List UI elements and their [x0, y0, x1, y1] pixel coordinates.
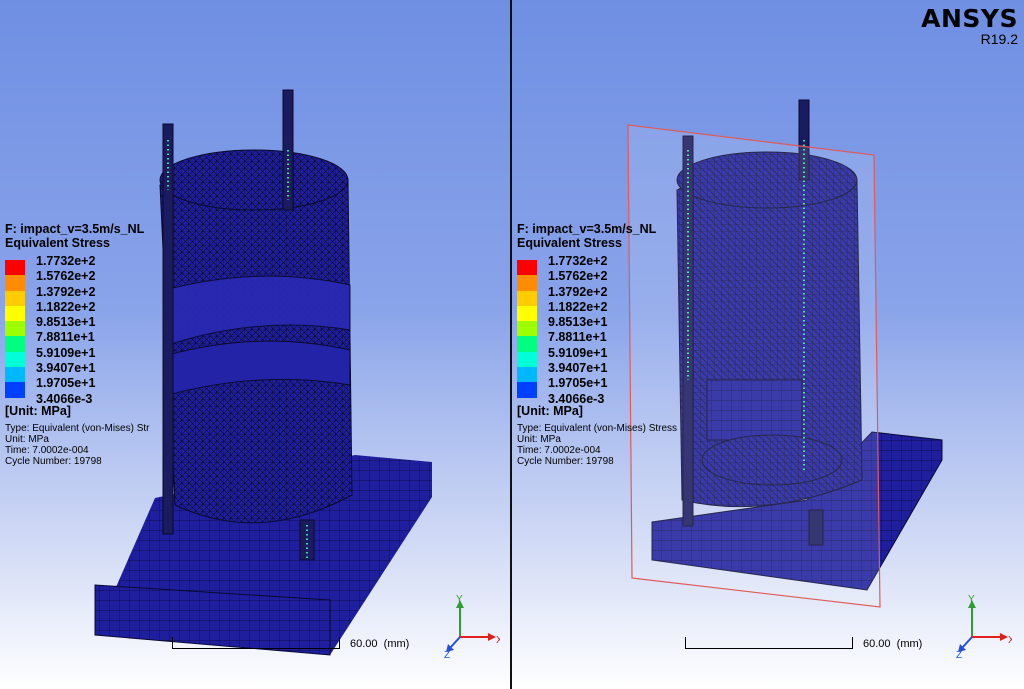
- result-unit: Unit: MPa: [517, 434, 561, 445]
- legend-value: 3.9407e+1: [36, 361, 96, 376]
- legend-swatch: [517, 290, 537, 306]
- legend-unit: [Unit: MPa]: [517, 404, 583, 418]
- legend-value: 1.9705e+1: [548, 376, 608, 391]
- result-info: Type: Equivalent (von-Mises) Stress Unit…: [517, 423, 677, 467]
- legend-value: 7.8811e+1: [36, 330, 95, 345]
- axis-triad: Y X Z: [956, 594, 1012, 661]
- triad-z-label: Z: [956, 650, 962, 661]
- triad-x-label: X: [1008, 635, 1012, 646]
- legend-value: 9.8513e+1: [548, 315, 608, 330]
- legend-swatch: [5, 260, 25, 276]
- result-type: Type: Equivalent (von-Mises) Stress: [517, 423, 678, 434]
- legend-value: 5.9109e+1: [36, 345, 96, 360]
- legend-value: 1.5762e+2: [548, 269, 608, 284]
- legend-color-bar: [5, 260, 25, 398]
- viewport-left[interactable]: F: impact_v=3.5m/s_NL Equivalent Stress …: [0, 0, 510, 689]
- legend-title: F: impact_v=3.5m/s_NL: [517, 222, 657, 236]
- result-info: Type: Equivalent (von-Mises) Str Unit: M…: [5, 423, 150, 467]
- legend-swatch: [517, 321, 537, 337]
- legend-swatch: [5, 290, 25, 306]
- legend-swatch: [517, 382, 537, 398]
- legend-value: 1.1822e+2: [548, 299, 608, 314]
- stress-legend: F: impact_v=3.5m/s_NL Equivalent Stress …: [5, 222, 205, 467]
- legend-value: 1.5762e+2: [36, 269, 96, 284]
- logo-name: ANSYS: [921, 4, 1018, 33]
- stress-legend-right: F: impact_v=3.5m/s_NL Equivalent Stress …: [517, 222, 717, 467]
- legend-value: 1.7732e+2: [548, 254, 608, 268]
- legend-swatch: [5, 336, 25, 352]
- legend-value: 1.9705e+1: [36, 376, 96, 391]
- legend-value: 7.8811e+1: [548, 330, 607, 345]
- triad-z-label: Z: [444, 650, 450, 661]
- legend-value: 1.1822e+2: [36, 299, 96, 314]
- legend-swatch: [5, 382, 25, 398]
- section-plane[interactable]: [627, 124, 881, 608]
- legend-swatch: [5, 351, 25, 368]
- logo-version: R19.2: [980, 31, 1018, 47]
- legend-subtitle: Equivalent Stress: [5, 236, 110, 250]
- legend-value: 1.7732e+2: [36, 254, 96, 268]
- ansys-logo: ANSYS R19.2: [921, 4, 1018, 47]
- legend-swatch: [5, 321, 25, 337]
- legend-value: 3.9407e+1: [548, 361, 608, 376]
- result-cycle: Cycle Number: 19798: [517, 456, 614, 467]
- legend-swatch: [5, 275, 25, 291]
- legend-swatch: [517, 260, 537, 276]
- legend-swatch: [517, 275, 537, 291]
- legend-unit: [Unit: MPa]: [5, 404, 71, 418]
- scale-unit: (mm): [383, 638, 410, 650]
- legend-swatch: [517, 367, 537, 383]
- result-type: Type: Equivalent (von-Mises) Str: [5, 423, 150, 434]
- triad-y-label: Y: [456, 594, 463, 605]
- legend-value: 1.3792e+2: [548, 284, 608, 299]
- legend-swatch: [517, 336, 537, 352]
- legend-value: 9.8513e+1: [36, 315, 96, 330]
- scale-unit: (mm): [896, 638, 923, 650]
- result-cycle: Cycle Number: 19798: [5, 456, 102, 467]
- legend-title: F: impact_v=3.5m/s_NL: [5, 222, 145, 236]
- legend-subtitle: Equivalent Stress: [517, 236, 622, 250]
- triad-x-label: X: [496, 635, 500, 646]
- viewport-right[interactable]: F: impact_v=3.5m/s_NL Equivalent Stress …: [512, 0, 1024, 689]
- scale-value: 60.00: [350, 638, 378, 650]
- legend-swatch: [5, 367, 25, 383]
- cylinder-body: [159, 158, 353, 524]
- axis-triad: Y X Z: [444, 594, 500, 661]
- legend-swatch: [517, 305, 537, 322]
- result-time: Time: 7.0002e-004: [517, 445, 601, 456]
- legend-value: 1.3792e+2: [36, 284, 96, 299]
- legend-color-bar: [517, 260, 537, 398]
- legend-swatch: [517, 351, 537, 368]
- result-time: Time: 7.0002e-004: [5, 445, 89, 456]
- triad-y-label: Y: [968, 594, 975, 605]
- result-unit: Unit: MPa: [5, 434, 49, 445]
- legend-value: 5.9109e+1: [548, 345, 608, 360]
- scale-value: 60.00: [863, 638, 891, 650]
- legend-swatch: [5, 305, 25, 322]
